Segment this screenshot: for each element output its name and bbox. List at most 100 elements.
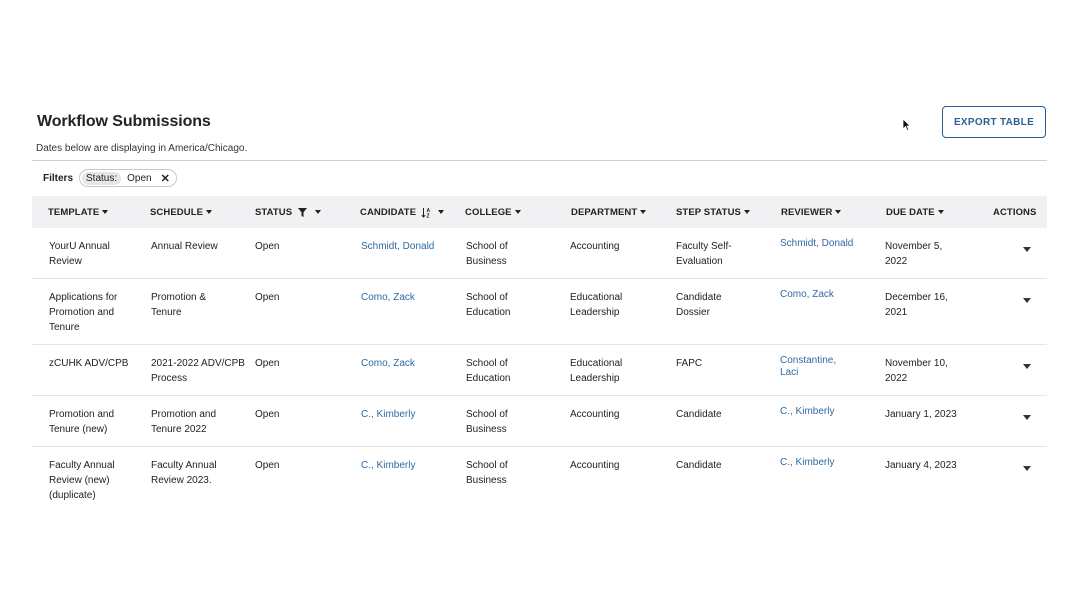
row-actions-dropdown[interactable] (1023, 364, 1031, 369)
cell-schedule: Promotion and Tenure 2022 (151, 409, 217, 435)
column-header-label: DEPARTMENT (571, 206, 638, 218)
column-header-label: DUE DATE (886, 206, 935, 218)
reviewer-link[interactable]: C., Kimberly (780, 406, 855, 418)
mouse-cursor-icon (902, 118, 911, 132)
column-header-schedule[interactable]: SCHEDULE (150, 196, 213, 228)
timezone-note: Dates below are displaying in America/Ch… (36, 143, 248, 154)
column-header-label: STATUS (255, 206, 293, 218)
column-header-actions: ACTIONS (993, 196, 1036, 228)
cell-schedule: Faculty Annual Review 2023. (151, 460, 217, 486)
chevron-down-icon (640, 210, 647, 214)
reviewer-link[interactable]: C., Kimberly (780, 457, 855, 469)
column-header-label: REVIEWER (781, 206, 833, 218)
cell-status: Open (255, 241, 280, 252)
cell-step-status: Candidate (676, 460, 722, 471)
column-header-status[interactable]: STATUS (255, 196, 322, 228)
column-header-step-status[interactable]: STEP STATUS (676, 196, 750, 228)
cell-college: School of Business (466, 409, 508, 435)
column-header-label: TEMPLATE (48, 206, 100, 218)
column-header-label: CANDIDATE (360, 206, 417, 218)
cell-college: School of Business (466, 460, 508, 486)
column-header-label: SCHEDULE (150, 206, 204, 218)
cell-schedule: Promotion & Tenure (151, 292, 207, 318)
table-row: Faculty Annual Review (new) (duplicate) … (32, 447, 1047, 512)
close-icon[interactable]: ✕ (161, 172, 170, 185)
cell-status: Open (255, 409, 280, 420)
cell-template: Faculty Annual Review (new) (duplicate) (49, 460, 115, 501)
candidate-link[interactable]: Schmidt, Donald (361, 239, 461, 254)
chevron-down-icon (743, 210, 750, 214)
export-table-button[interactable]: EXPORT TABLE (942, 106, 1046, 138)
cell-due-date: November 5, 2022 (885, 241, 943, 267)
svg-text:Z: Z (427, 213, 430, 218)
sort-ascending-icon: A Z (421, 207, 431, 218)
column-header-label: STEP STATUS (676, 206, 741, 218)
submissions-table: TEMPLATE SCHEDULE STATUS CANDIDATE A Z C… (32, 196, 1047, 512)
cell-step-status: Candidate (676, 409, 722, 420)
table-row: Applications for Promotion and Tenure Pr… (32, 279, 1047, 345)
chevron-down-icon (438, 210, 445, 214)
section-divider (32, 160, 1047, 161)
cell-department: Accounting (570, 460, 620, 471)
reviewer-link[interactable]: Como, Zack (780, 289, 855, 301)
filter-chip-value: Open (127, 172, 152, 184)
cell-department: Accounting (570, 241, 620, 252)
row-actions-dropdown[interactable] (1023, 298, 1031, 303)
cell-step-status: FAPC (676, 358, 703, 369)
chevron-down-icon (835, 210, 842, 214)
cell-step-status: Faculty Self-Evaluation (676, 241, 732, 267)
cell-due-date: January 4, 2023 (885, 460, 957, 471)
cell-template: Promotion and Tenure (new) (49, 409, 115, 435)
cell-template: Applications for Promotion and Tenure (49, 292, 118, 333)
candidate-link[interactable]: C., Kimberly (361, 458, 461, 473)
cell-department: Accounting (570, 409, 620, 420)
cell-status: Open (255, 292, 280, 303)
filter-chip-key: Status: (82, 171, 122, 185)
reviewer-link[interactable]: Constantine, Laci (780, 355, 855, 379)
table-row: Promotion and Tenure (new) Promotion and… (32, 396, 1047, 447)
reviewer-link[interactable]: Schmidt, Donald (780, 238, 855, 250)
page-title: Workflow Submissions (37, 113, 211, 130)
cell-department: Educational Leadership (570, 292, 623, 318)
chevron-down-icon (514, 210, 521, 214)
cell-due-date: December 16, 2021 (885, 292, 948, 318)
candidate-link[interactable]: Como, Zack (361, 290, 461, 305)
column-header-label: COLLEGE (465, 206, 512, 218)
filter-icon (298, 207, 308, 217)
column-header-reviewer[interactable]: REVIEWER (781, 196, 842, 228)
cell-template: zCUHK ADV/CPB (49, 358, 129, 369)
column-header-due-date[interactable]: DUE DATE (886, 196, 944, 228)
cell-college: School of Business (466, 241, 508, 267)
row-actions-dropdown[interactable] (1023, 415, 1031, 420)
table-row: zCUHK ADV/CPB 2021-2022 ADV/CPB Process … (32, 345, 1047, 396)
cell-schedule: Annual Review (151, 241, 218, 252)
row-actions-dropdown[interactable] (1023, 466, 1031, 471)
chevron-down-icon (206, 210, 213, 214)
filter-chip-status[interactable]: Status: Open ✕ (79, 169, 177, 187)
cell-status: Open (255, 358, 280, 369)
cell-college: School of Education (466, 292, 511, 318)
candidate-link[interactable]: Como, Zack (361, 356, 461, 371)
table-header: TEMPLATE SCHEDULE STATUS CANDIDATE A Z C… (32, 196, 1047, 228)
column-header-label: ACTIONS (993, 206, 1037, 218)
column-header-college[interactable]: COLLEGE (465, 196, 521, 228)
cell-due-date: January 1, 2023 (885, 409, 957, 420)
cell-due-date: November 10, 2022 (885, 358, 948, 384)
filters-label: Filters (43, 172, 74, 184)
cell-status: Open (255, 460, 280, 471)
row-actions-dropdown[interactable] (1023, 247, 1031, 252)
column-header-candidate[interactable]: CANDIDATE A Z (360, 196, 445, 228)
chevron-down-icon (315, 210, 322, 214)
cell-college: School of Education (466, 358, 511, 384)
cell-template: YourU Annual Review (49, 241, 110, 267)
table-row: YourU Annual Review Annual Review Open S… (32, 228, 1047, 279)
column-header-department[interactable]: DEPARTMENT (571, 196, 647, 228)
candidate-link[interactable]: C., Kimberly (361, 407, 461, 422)
chevron-down-icon (937, 210, 944, 214)
column-header-template[interactable]: TEMPLATE (48, 196, 109, 228)
cell-department: Educational Leadership (570, 358, 623, 384)
filters-bar: Filters Status: Open ✕ (43, 168, 177, 188)
cell-step-status: Candidate Dossier (676, 292, 722, 318)
cell-schedule: 2021-2022 ADV/CPB Process (151, 358, 245, 384)
chevron-down-icon (102, 210, 109, 214)
